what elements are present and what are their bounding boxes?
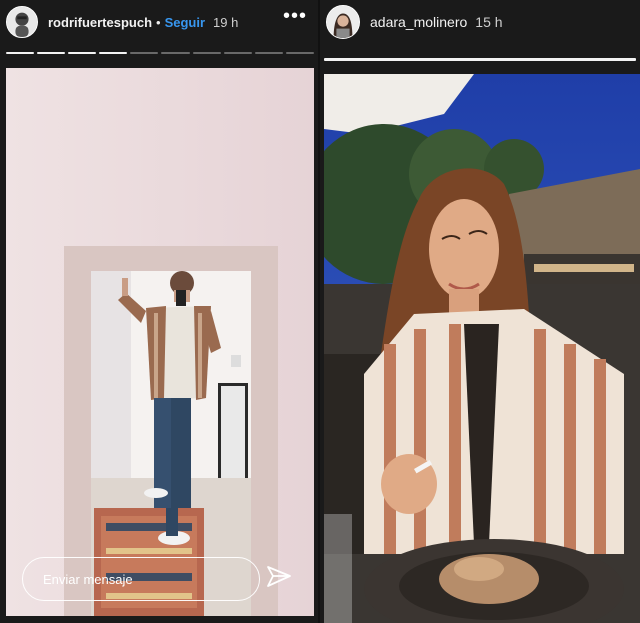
- progress-segment: [37, 52, 66, 54]
- timestamp-left: 19 h: [213, 14, 239, 30]
- progress-segment: [6, 52, 35, 54]
- progress-segment: [254, 52, 283, 54]
- story-left: rodrifuertespuch • Seguir 19 h ••• Envia…: [0, 0, 320, 623]
- avatar-right[interactable]: [326, 5, 360, 39]
- reply-placeholder: Enviar mensaje: [43, 571, 133, 587]
- username-left[interactable]: rodrifuertespuch: [48, 15, 152, 30]
- progress-segment: [223, 52, 252, 54]
- send-direct-icon[interactable]: [265, 563, 293, 591]
- progress-segment: [161, 52, 190, 54]
- progress-segment: [68, 52, 97, 54]
- timestamp-right: 15 h: [475, 14, 503, 30]
- mirror-selfie-photo: [6, 68, 314, 616]
- restaurant-photo: [324, 74, 640, 623]
- progress-segment: [192, 52, 221, 54]
- story-image-left: [6, 68, 314, 616]
- progress-bar-left: [6, 52, 314, 55]
- story-header-left: rodrifuertespuch • Seguir 19 h: [6, 6, 238, 38]
- story-right: adara_molinero 15 h: [320, 0, 640, 623]
- story-header-right: adara_molinero 15 h: [326, 5, 503, 39]
- reply-input[interactable]: Enviar mensaje: [22, 557, 260, 601]
- follow-button[interactable]: Seguir: [165, 15, 205, 30]
- separator-dot: •: [156, 14, 161, 30]
- progress-bar-right: [324, 58, 636, 61]
- avatar-left[interactable]: [6, 6, 38, 38]
- more-options-icon[interactable]: •••: [283, 6, 307, 26]
- progress-segment: [130, 52, 159, 54]
- progress-segment: [285, 52, 314, 54]
- progress-segment: [99, 52, 128, 54]
- story-image-right: [324, 74, 640, 623]
- username-right[interactable]: adara_molinero: [370, 14, 467, 30]
